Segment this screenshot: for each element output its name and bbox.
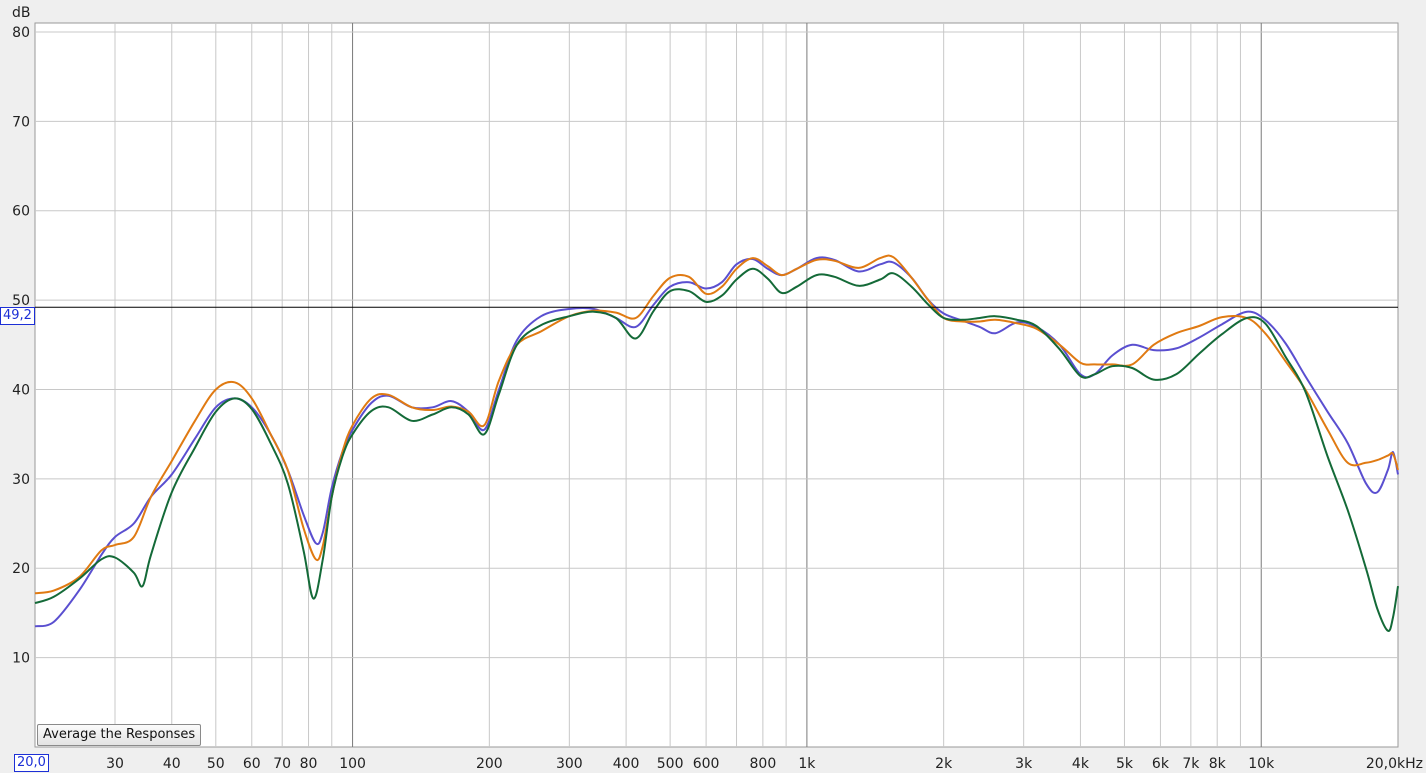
x-tick-label: 300 — [556, 756, 583, 772]
x-tick-label: 40 — [163, 756, 181, 772]
cursor-x-readout: 20,0 — [14, 754, 49, 772]
y-tick-label: 60 — [12, 204, 30, 220]
x-tick-label: 800 — [750, 756, 777, 772]
x-tick-label: 60 — [243, 756, 261, 772]
x-tick-label: 600 — [693, 756, 720, 772]
x-tick-label: 50 — [207, 756, 225, 772]
x-tick-label: 5k — [1116, 756, 1134, 772]
frequency-response-chart: 10 20 30 40 50 60 70 80 30 40 50 60 70 80 100 200 300 40… — [12, 5, 1423, 772]
y-tick-label: 30 — [12, 472, 30, 488]
x-tick-label: 70 — [273, 756, 291, 772]
x-tick-label: 20,0kHz — [1366, 756, 1423, 772]
x-tick-label: 80 — [300, 756, 318, 772]
average-responses-button[interactable]: Average the Responses — [37, 724, 202, 746]
x-tick-label: 400 — [613, 756, 640, 772]
x-tick-label: 8k — [1209, 756, 1227, 772]
y-unit-label: dB — [12, 5, 31, 21]
y-tick-labels: 1020304050607080 — [12, 25, 30, 667]
x-tick-label: 200 — [476, 756, 503, 772]
x-tick-label: 30 — [106, 756, 124, 772]
x-tick-label: 100 — [339, 756, 366, 772]
x-tick-label: 2k — [935, 756, 953, 772]
y-tick-label: 40 — [12, 382, 30, 398]
x-tick-label: 7k — [1182, 756, 1200, 772]
x-tick-labels: 30 40 50 60 70 80 100 200 300 400 500 600 800 1k 2k 3k 4… — [106, 756, 1423, 772]
x-tick-label: 1k — [798, 756, 816, 772]
x-tick-label: 500 — [657, 756, 684, 772]
x-tick-label: 3k — [1015, 756, 1033, 772]
x-tick-label: 4k — [1072, 756, 1090, 772]
y-tick-label: 10 — [12, 651, 30, 667]
x-tick-label: 10k — [1248, 756, 1275, 772]
y-tick-label: 20 — [12, 561, 30, 577]
y-tick-label: 80 — [12, 25, 30, 41]
cursor-y-readout: 49,2 — [0, 307, 35, 325]
y-tick-label: 70 — [12, 114, 30, 130]
x-tick-label: 6k — [1152, 756, 1170, 772]
